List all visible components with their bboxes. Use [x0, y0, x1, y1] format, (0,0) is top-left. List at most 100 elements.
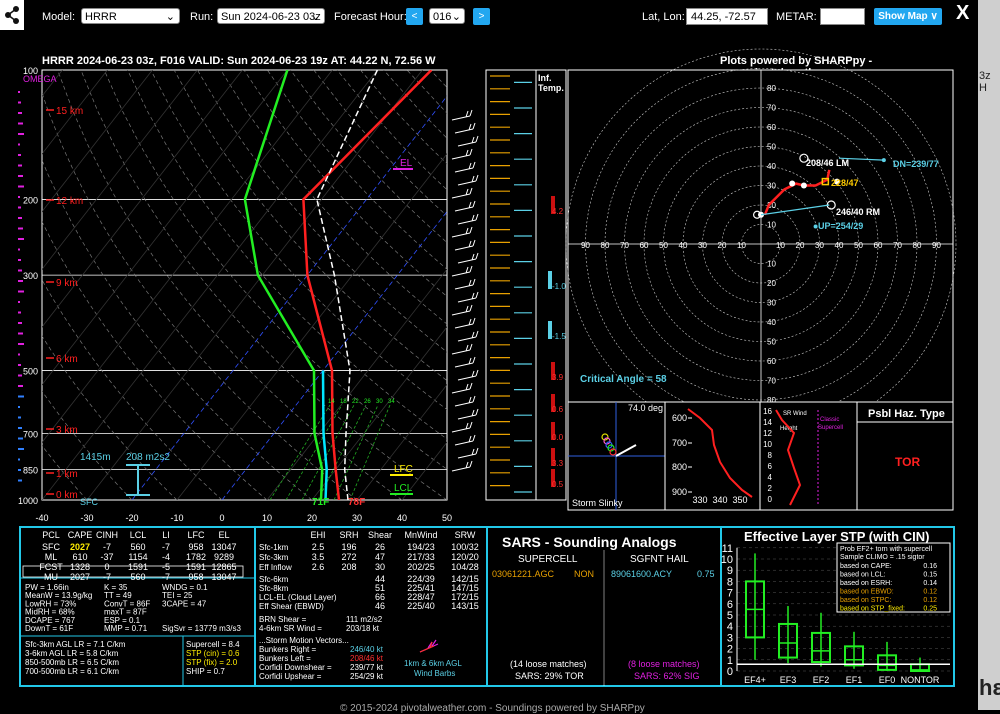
- wind-barb: [457, 291, 479, 303]
- hodograph-y-label: 60: [767, 123, 776, 132]
- wind-barbs: [451, 109, 479, 472]
- stp-y-label: 0: [727, 666, 733, 678]
- table-cell: 9289: [214, 552, 234, 562]
- stp-y-label: 7: [727, 588, 733, 600]
- mixing-ratio-label: 30: [376, 399, 383, 405]
- hodograph-y-label: 20: [767, 279, 776, 288]
- table-row-label: Sfc-8km: [259, 584, 289, 593]
- lapse-rate: Sfc-3km AGL LR = 7.1 C/km: [25, 640, 126, 649]
- srw-classic: Supercell: [818, 425, 843, 431]
- table-cell: MMP = 0.71: [104, 624, 148, 633]
- hodograph-x-label: 70: [893, 241, 902, 250]
- temperature-tick-label: -40: [35, 513, 48, 523]
- theta-y-label: 700: [672, 438, 687, 448]
- up-label: UP=254/29: [818, 221, 863, 231]
- table-header: EHI: [310, 530, 325, 540]
- table-cell: 2.6: [312, 562, 325, 572]
- wind-barb: [454, 200, 476, 212]
- stp-category: EF0: [879, 675, 896, 685]
- table-cell: 3.5: [312, 552, 325, 562]
- pressure-tick-label: 1000: [18, 496, 38, 506]
- wind-barb: [454, 122, 476, 134]
- sars-hail: SGFNT HAIL: [630, 554, 689, 565]
- inferred-temp-panel: Inf. Temp. 4.2 -1.0 -1.5 3.9 0.6 0.0 3.3 0.5: [485, 69, 567, 501]
- srw-y-label: 10: [763, 440, 772, 449]
- hodograph-x-label: 80: [601, 241, 610, 250]
- table-cell: 100/32: [451, 542, 479, 552]
- hodograph-x-label: 90: [581, 241, 590, 250]
- table-cell: 610: [72, 552, 87, 562]
- srw-y-label: 8: [768, 451, 773, 460]
- table-cell: 2027: [70, 542, 90, 552]
- stp-legend-label: based on LCL:: [840, 572, 886, 579]
- theta-y-label: 800: [672, 462, 687, 472]
- sars-hail-val: 0.75: [697, 569, 715, 579]
- storm-motion-value: 254/29 kt: [350, 672, 384, 681]
- hodograph-x-label: 90: [932, 241, 941, 250]
- wind-barb: [457, 408, 479, 420]
- table-cell: -5: [162, 562, 170, 572]
- critical-angle: Critical Angle = 58: [580, 374, 667, 385]
- table-cell: -7: [162, 542, 170, 552]
- el-label: EL: [400, 158, 413, 169]
- stp-y-label: 9: [727, 565, 733, 577]
- hodograph-x-label: 40: [679, 241, 688, 250]
- table-cell: FCST: [39, 562, 63, 572]
- param-value: STP (fix) = 2.0: [186, 658, 238, 667]
- background-text: hε: [979, 675, 1000, 700]
- sfc-label: SFC: [80, 497, 99, 507]
- wind-barb: [451, 265, 473, 277]
- wind-barb: [454, 278, 476, 290]
- rm-label: 246/40 RM: [836, 207, 880, 217]
- hodograph-panel: 90 80 70 60 50 40 30 20 10 10 20 30 40 50 60 70 80 90 80 70…: [565, 48, 957, 440]
- hodograph-x-label: 10: [737, 241, 746, 250]
- stp-legend-value: 0.16: [923, 563, 937, 570]
- corfidi-up-marker: [813, 224, 818, 229]
- height-tick-label: 0 km: [56, 490, 78, 501]
- table-header: CINH: [96, 530, 118, 540]
- surface-dewpoint: 71F: [312, 497, 329, 508]
- sars-hail-match: 89061600.ACY: [611, 569, 672, 579]
- hodograph-y-label: 70: [767, 104, 776, 113]
- table-cell: 26: [375, 542, 385, 552]
- temperature-tick-label: 40: [397, 513, 407, 523]
- wind-barb: [454, 356, 476, 368]
- hodograph-marker: [789, 180, 796, 187]
- temperature-tick-label: 30: [352, 513, 362, 523]
- table-cell: 143/15: [451, 601, 479, 611]
- lcl-label: LCL: [394, 483, 413, 494]
- table-cell: 47: [375, 552, 385, 562]
- theta-y-label: 600: [672, 413, 687, 423]
- stp-legend-value: 0.15: [923, 572, 937, 579]
- hodograph-y-label: 70: [767, 377, 776, 386]
- wind-barb: [451, 421, 473, 433]
- table-cell: 217/33: [407, 552, 435, 562]
- storm-motion-label: Corfidi Downshear =: [259, 663, 332, 672]
- storm-motion-value: 246/40 kt: [350, 645, 384, 654]
- srw-y-label: 2: [768, 484, 773, 493]
- table-header: LFC: [187, 530, 205, 540]
- lapse-rate: 3-6km AGL LR = 5.8 C/km: [25, 649, 119, 658]
- mixing-ratio-label: 22: [352, 399, 359, 405]
- wind-barb: [451, 343, 473, 355]
- mixing-ratio-label: 14: [328, 399, 335, 405]
- hodograph-x-label: 30: [698, 241, 707, 250]
- stp-category: EF3: [780, 675, 797, 685]
- inf-temp-label-2: Temp.: [538, 83, 564, 93]
- table-header: LI: [162, 530, 170, 540]
- wind-barb: [451, 382, 473, 394]
- temperature-tick-label: 0: [219, 513, 224, 523]
- srwind-value: 203/18 kt: [346, 624, 380, 633]
- mean-label: 228/47: [831, 178, 859, 188]
- lm-label: 208/46 LM: [806, 158, 849, 168]
- storm-slinky-panel: 74.0 deg Storm Slinky: [567, 401, 666, 511]
- inf-temp-value: 0.6: [552, 405, 564, 414]
- hodograph-y-label: 10: [767, 221, 776, 230]
- hodograph-x-label: 30: [815, 241, 824, 250]
- hodograph-x-label: 80: [913, 241, 922, 250]
- wind-barb: [451, 304, 473, 316]
- height-tick-label: 6 km: [56, 354, 78, 365]
- stp-legend-label: based on ESRH:: [840, 580, 892, 587]
- storm-motion-label: Bunkers Right =: [259, 645, 316, 654]
- lapse-rate: 850-500mb LR = 6.5 C/km: [25, 658, 119, 667]
